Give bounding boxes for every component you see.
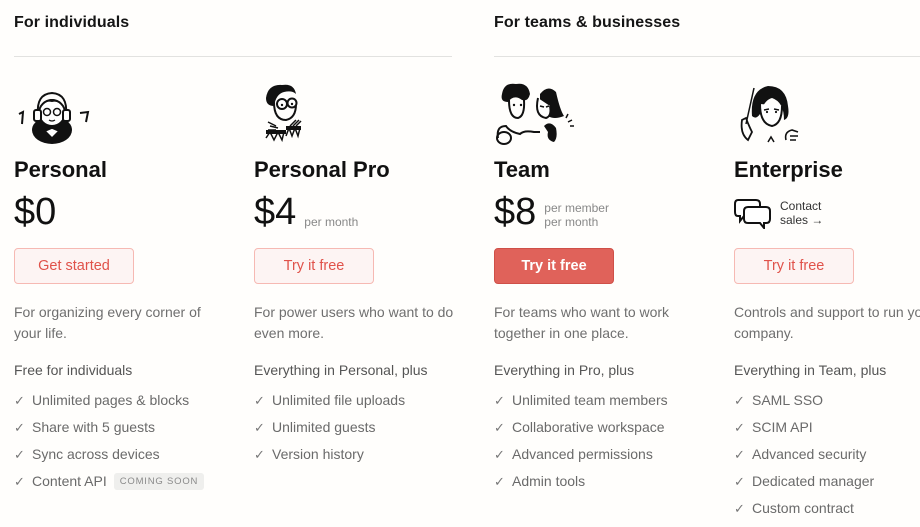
section-divider: [14, 56, 452, 57]
plan-price: $4: [254, 191, 297, 233]
check-icon: ✓: [14, 420, 25, 435]
two-people-illustration: [496, 83, 574, 145]
section-title-teams: For teams & businesses: [494, 14, 681, 31]
section-divider: [494, 56, 920, 57]
plan-price: $8: [494, 191, 537, 233]
feature-item: ✓ Unlimited pages & blocks: [14, 387, 204, 414]
plan-name: Team: [494, 157, 550, 182]
feature-item: ✓ Advanced permissions: [494, 441, 668, 468]
plan-price: $0: [14, 191, 57, 233]
check-icon: ✓: [14, 447, 25, 462]
feature-item: ✓ Version history: [254, 441, 405, 468]
plan-name: Enterprise: [734, 157, 843, 182]
check-icon: ✓: [494, 393, 505, 408]
check-icon: ✓: [734, 474, 745, 489]
price-note: per member per month: [544, 201, 609, 229]
check-icon: ✓: [14, 393, 25, 408]
features-heading: Everything in Pro, plus: [494, 362, 635, 378]
try-it-free-button-primary[interactable]: Try it free: [494, 248, 614, 284]
check-icon: ✓: [734, 420, 745, 435]
feature-item: ✓ Custom contract: [734, 495, 874, 522]
feature-item: ✓ Sync across devices: [14, 441, 204, 468]
feature-list: ✓ Unlimited file uploads ✓ Unlimited guest…: [254, 387, 405, 468]
try-it-free-button[interactable]: Try it free: [734, 248, 854, 284]
plan-description: Controls and support to run your company…: [734, 304, 920, 341]
feature-item: ✓ Unlimited team members: [494, 387, 668, 414]
feature-item: ✓ SCIM API: [734, 414, 874, 441]
plan-description: For teams who want to work together in o…: [494, 304, 670, 341]
price-row: $0: [14, 192, 56, 232]
coming-soon-badge: COMING SOON: [113, 473, 205, 490]
plan-description: For power users who want to do even more…: [254, 304, 454, 341]
check-icon: ✓: [494, 420, 505, 435]
price-note: per month: [304, 215, 359, 229]
try-it-free-button[interactable]: Try it free: [254, 248, 374, 284]
check-icon: ✓: [494, 447, 505, 462]
plan-name: Personal Pro: [254, 157, 390, 182]
person-with-headphones-illustration: [18, 91, 90, 144]
plan-description: For organizing every corner of your life…: [14, 304, 201, 341]
check-icon: ✓: [14, 474, 25, 489]
check-icon: ✓: [734, 447, 745, 462]
feature-item: ✓ Collaborative workspace: [494, 414, 668, 441]
chat-bubbles-icon: [734, 199, 771, 229]
feature-item: ✓ Unlimited guests: [254, 414, 405, 441]
get-started-button[interactable]: Get started: [14, 248, 134, 284]
check-icon: ✓: [734, 393, 745, 408]
features-heading: Everything in Team, plus: [734, 362, 887, 378]
contact-sales-text[interactable]: Contact sales →: [780, 199, 823, 227]
check-icon: ✓: [254, 393, 265, 408]
feature-list: ✓ SAML SSO ✓ SCIM API ✓ Advanced security ✓…: [734, 387, 874, 522]
feature-item: ✓ Admin tools: [494, 468, 668, 495]
feature-item: ✓ Unlimited file uploads: [254, 387, 405, 414]
conductor-illustration: [740, 86, 799, 143]
check-icon: ✓: [254, 420, 265, 435]
feature-list: ✓ Unlimited team members ✓ Collaborative w…: [494, 387, 668, 495]
contact-sales-link[interactable]: Contact sales →: [734, 197, 823, 229]
price-row: $4 per month: [254, 192, 358, 232]
check-icon: ✓: [734, 501, 745, 516]
feature-item: ✓ Dedicated manager: [734, 468, 874, 495]
check-icon: ✓: [494, 474, 505, 489]
feature-list: ✓ Unlimited pages & blocks ✓ Share with 5 …: [14, 387, 205, 495]
feature-item: ✓ Share with 5 guests: [14, 414, 204, 441]
check-icon: ✓: [254, 447, 265, 462]
features-heading: Free for individuals: [14, 362, 133, 378]
feature-item: ✓ Advanced security: [734, 441, 874, 468]
features-heading: Everything in Personal, plus: [254, 362, 428, 378]
section-title-individuals: For individuals: [14, 14, 130, 31]
plan-name: Personal: [14, 157, 107, 182]
feature-item: ✓ Content API COMING SOON: [14, 468, 205, 495]
person-with-glasses-illustration: [265, 84, 302, 143]
price-row: $8 per member per month: [494, 192, 609, 232]
feature-item: ✓ SAML SSO: [734, 387, 874, 414]
